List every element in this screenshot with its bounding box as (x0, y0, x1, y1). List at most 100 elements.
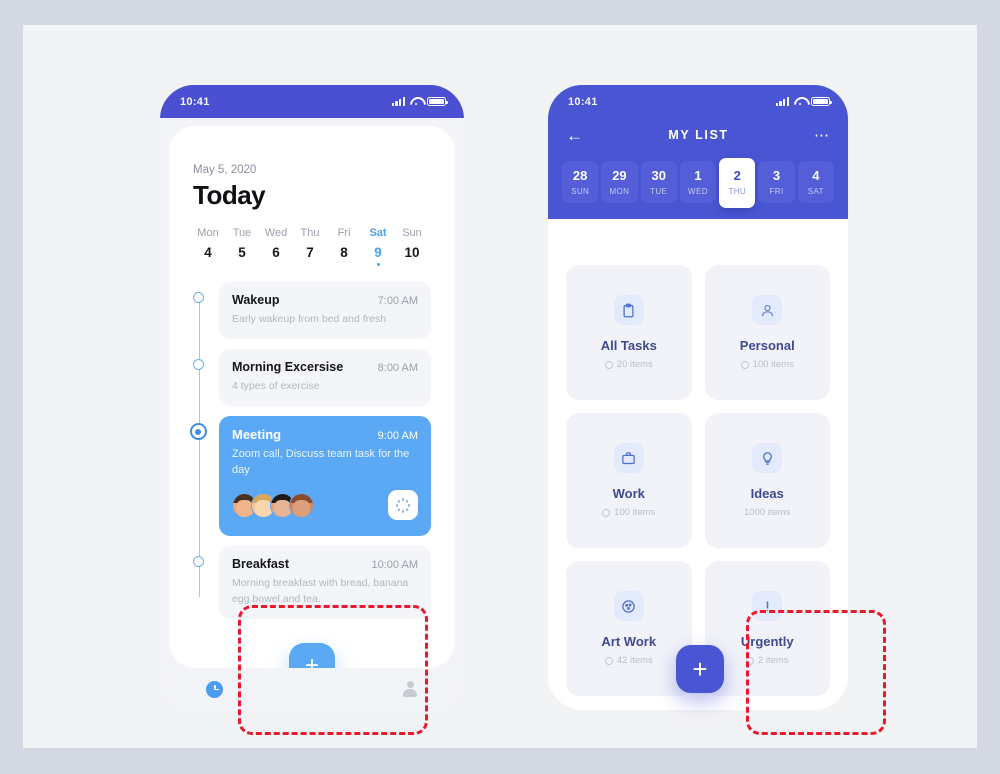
task-card-wakeup[interactable]: Wakeup 7:00 AM Early wakeup from bed and… (219, 282, 431, 340)
category-name: Urgently (740, 634, 794, 649)
status-icons (391, 97, 448, 106)
category-count-text: 1000 items (744, 507, 791, 518)
date-day: SAT (807, 187, 824, 196)
category-count-text: 20 items (616, 359, 653, 370)
fab-area: + (193, 629, 431, 668)
category-count: 42 items (604, 655, 653, 666)
week-strip[interactable]: Mon 4 Tue 5 Wed 6 Thu 7 Fri 8 Sat 9 Sun … (193, 227, 431, 266)
week-day-num: 10 (404, 245, 420, 260)
week-day-name: Fri (337, 227, 351, 239)
date-cell-1-wed[interactable]: 1 WED (679, 161, 717, 203)
date-cell-4-sat[interactable]: 4 SAT (797, 161, 834, 203)
exclamation-icon (752, 591, 783, 621)
task-card-morning-excersise[interactable]: Morning Excersise 8:00 AM 4 types of exe… (219, 349, 431, 407)
timeline-row-breakfast: Breakfast 10:00 AM Morning breakfast wit… (193, 546, 431, 619)
task-time: 7:00 AM (377, 295, 418, 307)
loading-spinner-icon (395, 498, 411, 513)
category-card-art-work[interactable]: Art Work 42 items (566, 561, 692, 696)
task-title: Wakeup (232, 293, 280, 307)
timeline-row-meeting: Meeting 9:00 AM Zoom call, Discuss team … (189, 416, 431, 537)
palette-icon (613, 591, 644, 621)
today-sheet: May 5, 2020 Today Mon 4 Tue 5 Wed 6 Thu … (169, 126, 455, 668)
date-cell-2-thu-selected[interactable]: 2 THU (719, 158, 756, 208)
clock-icon (604, 360, 613, 369)
task-card-meeting[interactable]: Meeting 9:00 AM Zoom call, Discuss team … (219, 416, 431, 537)
week-day-sat-selected[interactable]: Sat 9 (363, 227, 393, 266)
date-cell-29-mon[interactable]: 29 MON (601, 161, 638, 203)
status-bar-right: 10:41 (548, 85, 848, 118)
wifi-icon (410, 97, 422, 106)
week-day-sun[interactable]: Sun 10 (397, 227, 427, 266)
task-description: Zoom call, Discuss team task for the day (232, 448, 410, 477)
category-name: Personal (739, 338, 795, 353)
week-day-thu[interactable]: Thu 7 (295, 227, 325, 266)
task-time: 8:00 AM (377, 362, 418, 375)
date-number: 1 (694, 168, 702, 183)
week-day-name: Tue (232, 227, 252, 239)
date-strip[interactable]: 28 SUN 29 MON 30 TUE 1 WED 2 THU 3 FRI 4… (562, 158, 834, 208)
date-day: THU (728, 187, 747, 196)
timeline-row-wakeup: Wakeup 7:00 AM Early wakeup from bed and… (193, 282, 431, 340)
task-title: Meeting (232, 427, 282, 443)
selected-day-dot (376, 263, 380, 266)
week-day-name: Thu (300, 227, 320, 239)
status-time: 10:41 (568, 95, 598, 108)
task-time: 9:00 AM (377, 430, 418, 443)
week-day-wed[interactable]: Wed 6 (261, 227, 291, 266)
category-card-all-tasks[interactable]: All Tasks 20 items (566, 265, 692, 400)
task-description: Early wakeup from bed and fresh (232, 313, 387, 325)
week-day-mon[interactable]: Mon 4 (193, 227, 223, 266)
date-cell-30-tue[interactable]: 30 TUE (640, 161, 677, 203)
clock-icon (740, 360, 749, 369)
timeline-dot-icon (193, 292, 204, 303)
nav-person-icon[interactable] (402, 680, 418, 698)
category-card-personal[interactable]: Personal 100 items (704, 265, 830, 400)
avatar[interactable] (289, 492, 314, 518)
date-day: MON (609, 187, 630, 196)
my-list-header: ← MY LIST ⋯ 28 SUN 29 MON 30 TUE 1 WED 2… (548, 118, 848, 219)
category-card-work[interactable]: Work 100 items (566, 413, 692, 548)
date-cell-3-fri[interactable]: 3 FRI (758, 161, 795, 203)
status-time: 10:41 (180, 95, 210, 108)
more-options-icon[interactable]: ⋯ (814, 128, 830, 143)
design-canvas: 10:41 May 5, 2020 Today Mon 4 Tue 5 Wed … (23, 25, 977, 748)
back-arrow-icon[interactable]: ← (566, 127, 583, 144)
week-day-name: Sat (369, 227, 387, 239)
category-name: Art Work (601, 634, 657, 649)
attendee-avatars[interactable] (232, 492, 314, 518)
category-count: 100 items (602, 507, 655, 518)
week-day-name: Wed (264, 227, 288, 239)
category-count: 1000 items (744, 507, 790, 518)
week-day-num: 9 (374, 245, 382, 260)
category-count-text: 100 items (752, 359, 794, 370)
clock-icon (604, 656, 613, 665)
week-day-name: Sun (402, 227, 422, 239)
category-count: 20 items (604, 359, 653, 370)
date-number: 30 (651, 168, 666, 183)
header-title: MY LIST (668, 128, 729, 142)
date-number: 28 (572, 168, 588, 183)
week-day-fri[interactable]: Fri 8 (329, 227, 359, 266)
nav-clock-icon[interactable] (206, 680, 223, 698)
week-day-tue[interactable]: Tue 5 (227, 227, 257, 266)
date-number: 2 (733, 168, 741, 183)
add-task-fab[interactable]: + (289, 642, 335, 668)
date-day: SUN (571, 187, 590, 196)
signal-bars-icon (391, 97, 405, 106)
week-day-num: 6 (272, 245, 280, 260)
bottom-nav-bar (160, 668, 464, 710)
task-card-breakfast[interactable]: Breakfast 10:00 AM Morning breakfast wit… (219, 546, 431, 619)
week-day-num: 7 (306, 245, 314, 260)
date-cell-28-sun[interactable]: 28 SUN (562, 161, 599, 203)
battery-icon (427, 97, 448, 106)
category-count-text: 42 items (616, 655, 653, 666)
wifi-icon (794, 97, 806, 106)
date-day: WED (688, 187, 708, 196)
meeting-action-button[interactable] (388, 490, 418, 521)
category-sheet: All Tasks 20 items Personal 100 items Wo… (548, 245, 848, 710)
category-card-ideas[interactable]: Ideas 1000 items (704, 413, 830, 548)
add-list-fab[interactable]: + (676, 645, 724, 693)
status-icons (775, 97, 832, 106)
clipboard-icon (613, 295, 644, 325)
category-count: 100 items (740, 359, 794, 370)
